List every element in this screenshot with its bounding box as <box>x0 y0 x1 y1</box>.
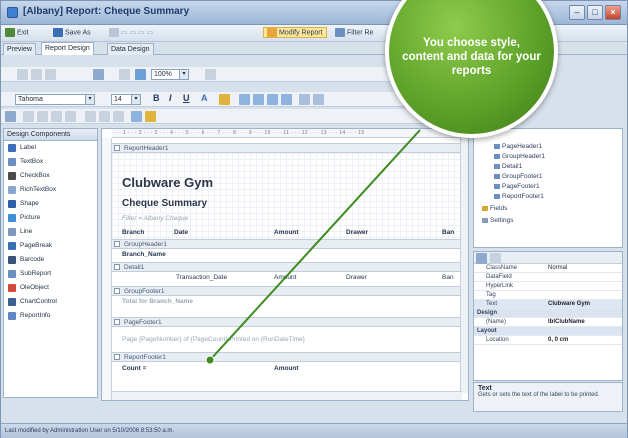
callout-text: You choose style, content and data for y… <box>402 37 541 77</box>
pointer-dot <box>205 355 215 365</box>
pointer-line <box>209 129 421 361</box>
